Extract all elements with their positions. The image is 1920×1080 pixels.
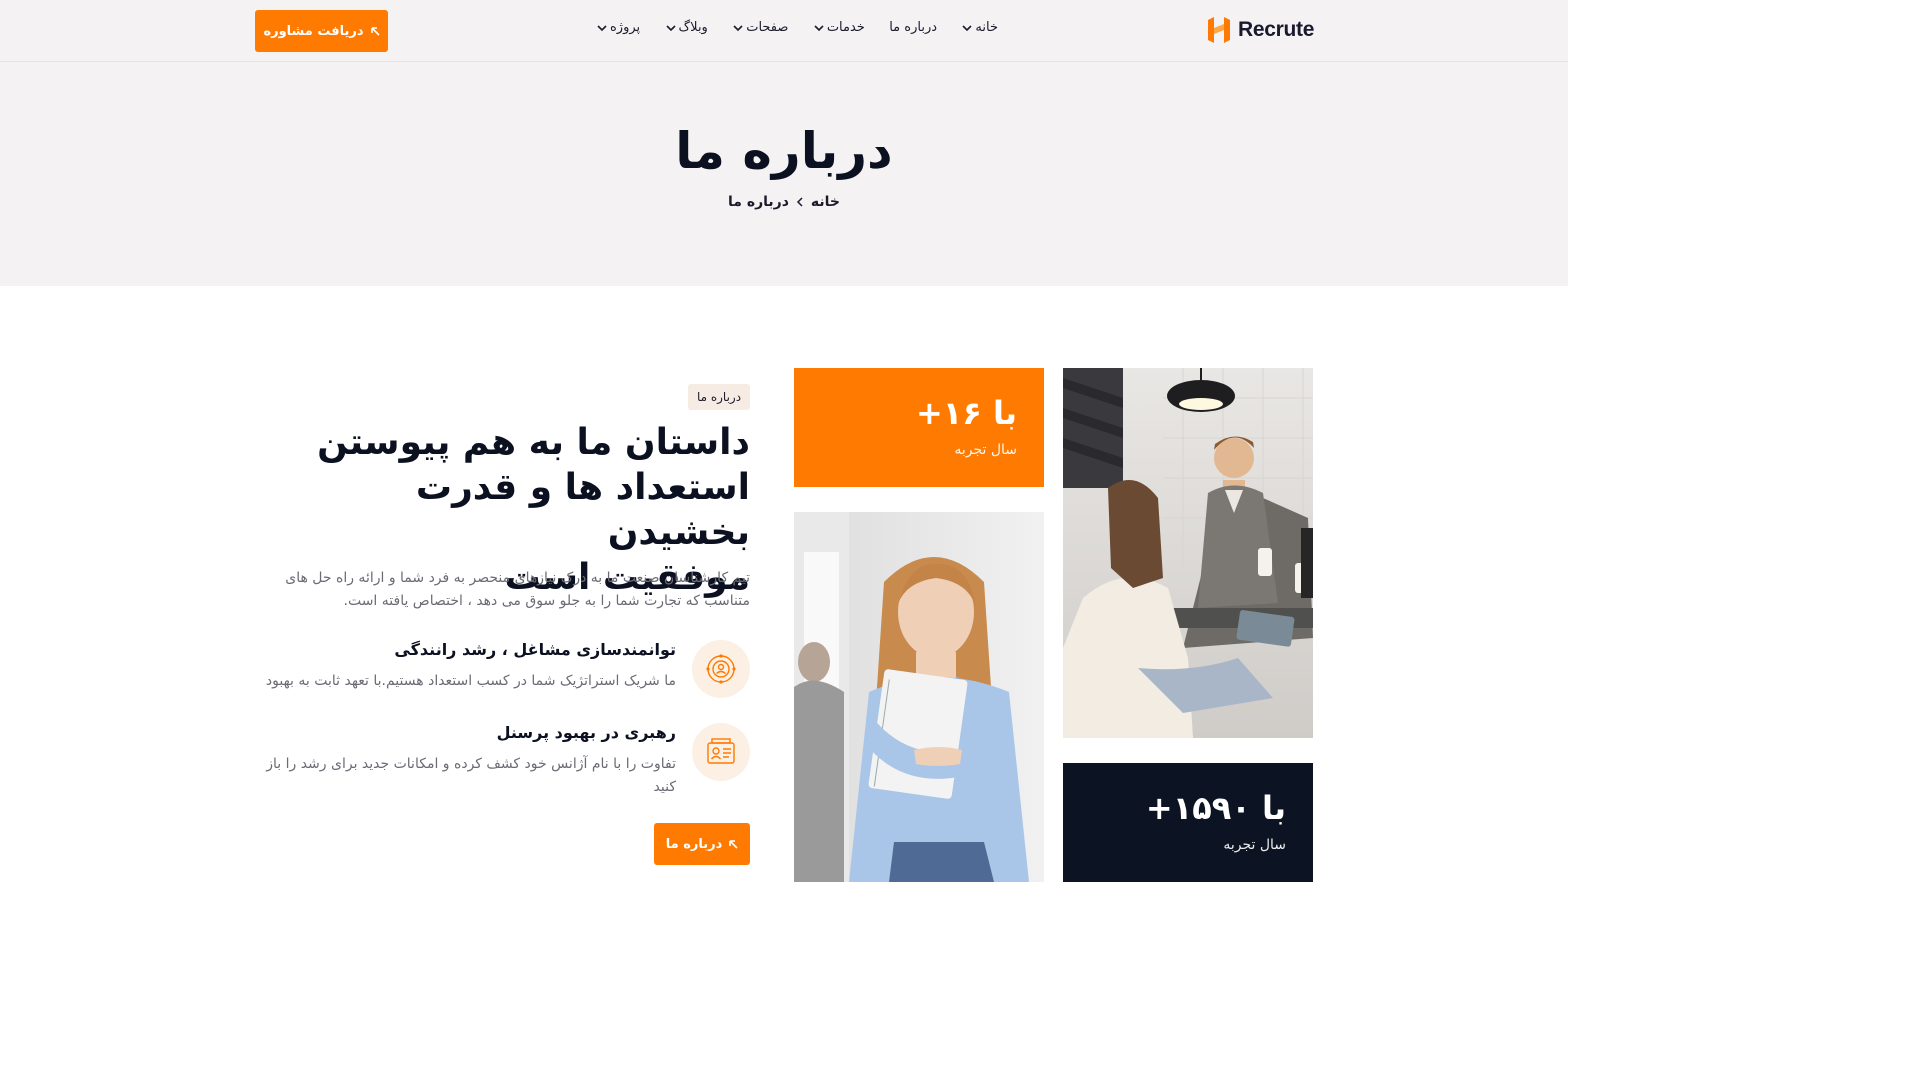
stat-number: با ۱۵۹۰+ xyxy=(1145,789,1286,827)
stat-card-clients: با ۱۵۹۰+ سال تجربه xyxy=(1063,763,1313,882)
logo-mark-icon xyxy=(1206,16,1232,44)
page-hero: درباره ما خانه درباره ما xyxy=(0,62,1568,286)
stat-label: سال تجربه xyxy=(1223,837,1286,853)
get-consultation-button[interactable]: دریافت مشاوره xyxy=(255,10,388,52)
nav-label: صفحات xyxy=(746,20,789,35)
chevron-down-icon xyxy=(665,24,676,31)
id-card-icon xyxy=(692,723,750,781)
nav-item-services[interactable]: خدمات xyxy=(813,20,865,35)
chevron-down-icon xyxy=(962,24,972,31)
arrow-up-left-icon xyxy=(370,27,380,36)
feature-text: تفاوت را با نام آژانس خود کشف کرده و امک… xyxy=(266,756,676,795)
chevron-down-icon xyxy=(814,24,824,31)
nav-label: پروژه xyxy=(610,20,641,35)
nav-label: خدمات xyxy=(826,20,865,35)
nav-item-blog[interactable]: وبلاگ xyxy=(665,20,708,35)
logo-text: Recrute xyxy=(1238,18,1315,41)
arrow-up-left-icon xyxy=(729,840,738,849)
nav-item-pages[interactable]: صفحات xyxy=(732,20,788,35)
section-description: تیم کارشناسان صنعت ما به درک نیازهای منح… xyxy=(285,570,750,609)
feature-text: ما شریک استراتژیک شما در کسب استعداد هست… xyxy=(265,673,676,689)
page-title: درباره ما xyxy=(675,122,893,180)
section-tag: درباره ما xyxy=(688,384,750,410)
network-people-icon xyxy=(692,640,750,698)
nav-item-home[interactable]: خانه xyxy=(961,20,998,35)
stat-label: سال تجربه xyxy=(954,442,1017,458)
heading-line: داستان ما به هم پیوستن xyxy=(317,422,750,463)
breadcrumb-home[interactable]: خانه xyxy=(811,194,840,210)
breadcrumb: خانه درباره ما xyxy=(0,194,1568,210)
chevron-down-icon xyxy=(597,24,607,31)
nav-item-about[interactable]: درباره ما xyxy=(889,20,937,35)
breadcrumb-current: درباره ما xyxy=(728,194,789,210)
feature-title: رهبری در بهبود پرسنل xyxy=(496,723,676,742)
site-header: Recrute خانه درباره ما خدمات صفحات وبلاگ… xyxy=(0,0,1568,62)
woman-with-notebook-photo xyxy=(794,512,1044,882)
feature-item: رهبری در بهبود پرسنل تفاوت را با نام آژا… xyxy=(250,723,750,803)
about-button-label: درباره ما xyxy=(665,836,723,852)
nav-label: وبلاگ xyxy=(678,20,708,35)
team-meeting-photo xyxy=(1063,368,1313,738)
chevron-left-icon xyxy=(796,197,803,207)
about-us-button[interactable]: درباره ما xyxy=(654,823,750,865)
stat-card-years: با ۱۶+ سال تجربه xyxy=(794,368,1044,487)
feature-title: توانمندسازی مشاغل ، رشد رانندگی xyxy=(394,640,676,659)
stat-number: با ۱۶+ xyxy=(915,394,1017,432)
nav-label: خانه xyxy=(975,20,998,35)
chevron-down-icon xyxy=(733,24,743,31)
nav-label: درباره ما xyxy=(889,20,938,35)
feature-item: توانمندسازی مشاغل ، رشد رانندگی ما شریک … xyxy=(250,640,750,700)
heading-line: استعداد ها و قدرت بخشیدن xyxy=(415,467,750,553)
logo[interactable]: Recrute xyxy=(1206,16,1314,44)
nav-item-project[interactable]: پروژه xyxy=(596,20,640,35)
cta-label: دریافت مشاوره xyxy=(263,23,364,39)
main-nav: خانه درباره ما خدمات صفحات وبلاگ پروژه xyxy=(596,20,998,35)
